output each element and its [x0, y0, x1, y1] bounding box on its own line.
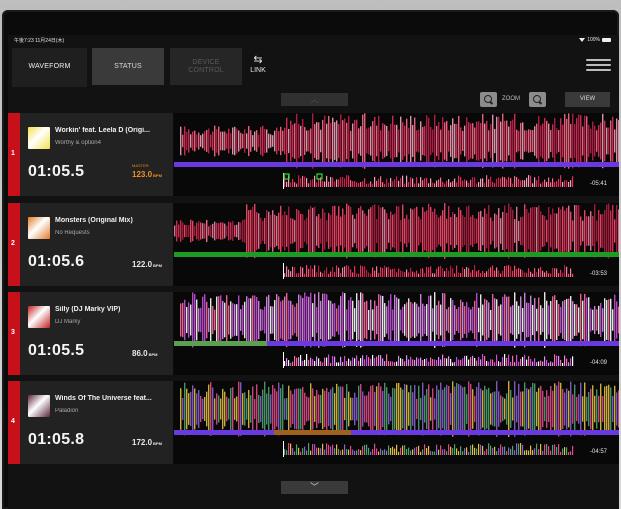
album-art [28, 127, 50, 149]
deck-row[interactable]: 4 Winds Of The Universe feat... Paladion… [8, 381, 619, 464]
link-label: LINK [250, 67, 266, 74]
scroll-up-button[interactable]: ︿ [281, 93, 348, 106]
elapsed-time: 01:05.5 [28, 342, 85, 359]
bpm-unit: BPM [153, 173, 162, 178]
deck-info-panel[interactable]: Winds Of The Universe feat... Paladion 0… [20, 381, 173, 464]
elapsed-time: 01:05.5 [28, 163, 85, 180]
album-art [28, 395, 50, 417]
bpm-number: 172.0 [132, 438, 153, 447]
bpm-unit: BPM [153, 441, 162, 446]
waveform-display[interactable]: -04:57 [174, 381, 619, 464]
tab-bar: WAVEFORM STATUS DEVICE CONTROL ⇆ LINK [8, 48, 619, 87]
waveform-graphic [174, 381, 619, 457]
remaining-time: -04:09 [589, 360, 607, 366]
bpm-number: 86.0 [132, 349, 148, 358]
waveform-display[interactable]: -04:09 [174, 292, 619, 375]
bpm-value: 123.0BPM [132, 170, 162, 179]
battery-percent: 100% [587, 37, 600, 43]
bpm-value: 86.0BPM [132, 349, 157, 358]
deck-row[interactable]: 1 Workin' feat. Leela D (Origi... Worthy… [8, 113, 619, 196]
elapsed-time: 01:05.8 [28, 431, 85, 448]
waveform-graphic [174, 292, 619, 368]
elapsed-time: 01:05.6 [28, 253, 85, 270]
waveform-display[interactable]: -05:41 [174, 113, 619, 196]
chevron-up-icon: ︿ [310, 95, 319, 104]
tab-status[interactable]: STATUS [92, 48, 164, 85]
track-title: Winds Of The Universe feat... [55, 395, 152, 402]
zoom-in-icon[interactable] [529, 92, 546, 107]
track-artist: Paladion [55, 408, 79, 414]
track-artist: Worthy & option4 [55, 140, 101, 146]
deck-number: 1 [8, 113, 20, 196]
battery-icon [602, 38, 611, 42]
remaining-time: -05:41 [589, 181, 607, 187]
waveform-display[interactable]: -03:53 [174, 203, 619, 286]
view-button[interactable]: VIEW [565, 92, 610, 107]
bpm-number: 122.0 [132, 260, 153, 269]
bpm-number: 123.0 [132, 170, 153, 179]
track-title: Silly (DJ Marky VIP) [55, 306, 121, 313]
waveform-graphic [174, 203, 619, 279]
link-button[interactable]: ⇆ LINK [246, 48, 270, 85]
bpm-unit: BPM [148, 352, 158, 357]
tab-status-label: STATUS [114, 62, 142, 70]
deck-info-panel[interactable]: Workin' feat. Leela D (Origi... Worthy &… [20, 113, 173, 196]
deck-number: 2 [8, 203, 20, 286]
link-arrows-icon: ⇆ [253, 54, 263, 66]
tab-device-control[interactable]: DEVICE CONTROL [170, 48, 242, 85]
zoom-label: ZOOM [502, 96, 520, 102]
deck-info-panel[interactable]: Silly (DJ Marky VIP) DJ Marky 01:05.5 86… [20, 292, 173, 375]
bpm-unit: BPM [153, 263, 162, 268]
photo-frame: 午後7:23 11月24日(木) 100% WAVEFORM STATUS DE… [0, 0, 621, 509]
deck-number-label: 1 [11, 150, 15, 157]
master-label: MASTER [132, 163, 149, 168]
hamburger-menu-icon[interactable] [586, 56, 611, 76]
zoom-out-icon[interactable] [480, 92, 497, 107]
tablet-device: 午後7:23 11月24日(木) 100% WAVEFORM STATUS DE… [2, 10, 619, 509]
status-time: 午後7:23 11月24日(木) [14, 38, 65, 44]
chevron-down-icon: ﹀ [309, 482, 319, 492]
remaining-time: -04:57 [589, 449, 607, 455]
deck-number: 4 [8, 381, 20, 464]
deck-row[interactable]: 3 Silly (DJ Marky VIP) DJ Marky 01:05.5 … [8, 292, 619, 375]
remaining-time: -03:53 [589, 271, 607, 277]
album-art [28, 217, 50, 239]
bpm-value: 122.0BPM [132, 260, 162, 269]
tab-waveform[interactable]: WAVEFORM [12, 48, 87, 87]
track-artist: No Requests [55, 230, 90, 236]
tab-waveform-label: WAVEFORM [28, 62, 71, 70]
deck-number-label: 3 [11, 329, 15, 336]
deck-number-label: 2 [11, 240, 15, 247]
bpm-value: 172.0BPM [132, 438, 162, 447]
status-indicators: 100% [579, 37, 611, 43]
scroll-down-button[interactable]: ﹀ [281, 481, 348, 494]
wifi-icon [579, 38, 586, 42]
tab-device-control-label: DEVICE CONTROL [188, 58, 224, 74]
album-art [28, 306, 50, 328]
track-title: Workin' feat. Leela D (Origi... [55, 127, 150, 134]
deck-number-label: 4 [11, 418, 15, 425]
status-bar: 午後7:23 11月24日(木) 100% [8, 35, 619, 45]
track-artist: DJ Marky [55, 319, 81, 325]
deck-row[interactable]: 2 Monsters (Original Mix) No Requests 01… [8, 203, 619, 286]
track-title: Monsters (Original Mix) [55, 217, 133, 224]
app-screen: 午後7:23 11月24日(木) 100% WAVEFORM STATUS DE… [8, 35, 619, 509]
waveform-graphic [174, 113, 619, 189]
toolbar: ︿ ZOOM VIEW [8, 89, 619, 113]
deck-info-panel[interactable]: Monsters (Original Mix) No Requests 01:0… [20, 203, 173, 286]
deck-number: 3 [8, 292, 20, 375]
